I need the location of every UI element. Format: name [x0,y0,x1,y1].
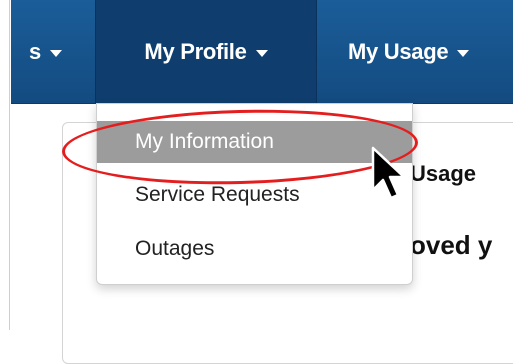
left-edge [0,0,10,330]
menu-item-outages[interactable]: Outages [97,228,412,270]
nav-item-my-usage[interactable]: My Usage [317,0,513,103]
nav-item-my-profile-label: My Profile [144,38,247,64]
nav-item-previous-label: s [29,38,41,64]
nav-item-my-usage-label: My Usage [348,38,449,64]
nav-item-my-profile[interactable]: My Profile [95,0,317,103]
top-navigation-bar: s My Profile My Usage [11,0,513,104]
usage-heading: Usage [410,161,477,186]
chevron-down-icon [255,49,268,57]
chevron-down-icon [457,49,470,57]
chevron-down-icon [49,49,62,57]
approved-message: oved y [410,230,493,260]
nav-item-previous[interactable]: s [11,0,95,103]
mouse-pointer-icon [371,146,406,200]
